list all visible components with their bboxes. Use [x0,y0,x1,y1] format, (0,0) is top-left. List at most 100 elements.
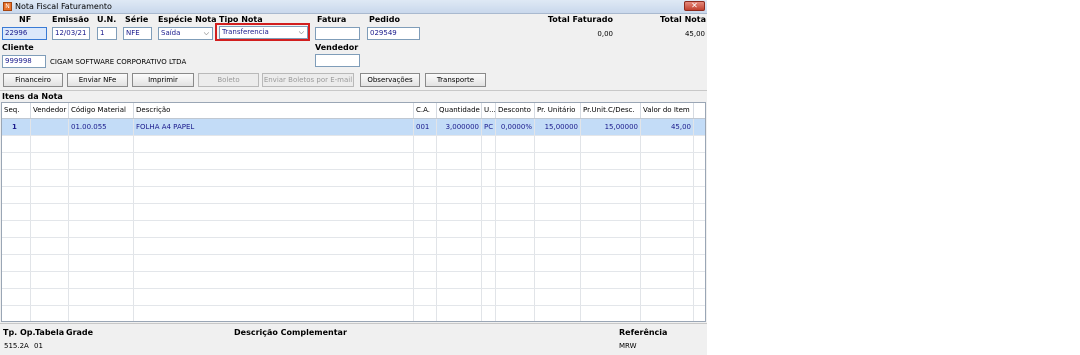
col-header-pr-unit-desc[interactable]: Pr.Unit.C/Desc. [581,103,641,118]
empty-cell [69,272,134,288]
empty-cell [437,272,482,288]
table-row-empty[interactable] [2,153,705,170]
empty-cell [496,170,535,186]
pedido-input[interactable]: 029549 [367,27,420,40]
empty-cell [414,153,437,169]
empty-cell [437,136,482,152]
table-row-empty[interactable] [2,272,705,289]
empty-cell [482,204,496,220]
table-row-empty[interactable] [2,238,705,255]
col-header-descricao[interactable]: Descrição [134,103,414,118]
emissao-input[interactable]: 12/03/21 [52,27,90,40]
table-row-empty[interactable] [2,187,705,204]
empty-cell [69,153,134,169]
pedido-label: Pedido [369,15,400,24]
table-row-empty[interactable] [2,306,705,321]
empty-cell [496,255,535,271]
col-header-vendedor[interactable]: Vendedor [31,103,69,118]
boleto-button[interactable]: Boleto [198,73,259,87]
empty-cell [482,238,496,254]
especie-select[interactable]: Saída ⌵ [158,27,213,40]
empty-cell [31,136,69,152]
empty-cell [581,136,641,152]
empty-cell [641,170,694,186]
empty-cell [134,204,414,220]
empty-cell [414,306,437,321]
empty-cell [2,306,31,321]
imprimir-button[interactable]: Imprimir [132,73,194,87]
empty-cell [437,238,482,254]
close-button[interactable]: ✕ [684,1,705,11]
empty-cell [134,153,414,169]
empty-cell [535,204,581,220]
empty-cell [535,136,581,152]
cliente-code-input[interactable]: 999998 [2,55,46,68]
table-row-empty[interactable] [2,255,705,272]
col-header-pr-unitario[interactable]: Pr. Unitário [535,103,581,118]
empty-cell [437,187,482,203]
empty-cell [31,153,69,169]
cell-desconto: 0,0000% [496,119,535,135]
empty-cell [535,289,581,305]
grade-label: Grade [66,328,94,337]
col-header-un[interactable]: U... [482,103,496,118]
empty-cell [496,272,535,288]
total-faturado-label: Total Faturado [547,15,613,24]
empty-cell [482,289,496,305]
total-faturado-value: 0,00 [597,30,613,38]
col-header-seq[interactable]: Seq. [2,103,31,118]
empty-cell [437,153,482,169]
table-row-empty[interactable] [2,289,705,306]
empty-cell [581,170,641,186]
table-row-empty[interactable] [2,221,705,238]
table-row[interactable]: 1 01.00.055 FOLHA A4 PAPEL 001 3,000000 … [2,119,705,136]
empty-cell [437,306,482,321]
un-label: U.N. [97,15,117,24]
col-header-codigo[interactable]: Código Material [69,103,134,118]
col-header-quantidade[interactable]: Quantidade [437,103,482,118]
empty-cell [496,289,535,305]
col-header-valor-item[interactable]: Valor do Item [641,103,694,118]
empty-cell [535,170,581,186]
empty-cell [134,238,414,254]
un-input[interactable]: 1 [97,27,117,40]
empty-cell [581,289,641,305]
empty-cell [535,255,581,271]
tabela-value: 01 [34,342,43,350]
empty-cell [482,136,496,152]
serie-input[interactable]: NFE [123,27,152,40]
enviar-boletos-button[interactable]: Enviar Boletos por E-mail [262,73,354,87]
financeiro-button[interactable]: Financeiro [3,73,63,87]
vendedor-input[interactable] [315,54,360,67]
col-header-desconto[interactable]: Desconto [496,103,535,118]
table-row-empty[interactable] [2,204,705,221]
empty-cell [581,238,641,254]
table-row-empty[interactable] [2,170,705,187]
empty-cell [581,221,641,237]
nf-input[interactable]: 22996 [2,27,47,40]
empty-cell [496,187,535,203]
items-grid[interactable]: Seq. Vendedor Código Material Descrição … [1,102,706,322]
empty-cell [641,204,694,220]
transporte-button[interactable]: Transporte [425,73,486,87]
observacoes-button[interactable]: Observações [360,73,420,87]
empty-cell [482,306,496,321]
chevron-down-icon: ⌵ [203,29,209,37]
empty-cell [581,187,641,203]
window-title: Nota Fiscal Faturamento [15,2,112,11]
footer-panel: Tp. Op. Tabela Grade Descrição Complemen… [0,323,707,355]
fatura-input[interactable] [315,27,360,40]
cliente-name: CIGAM SOFTWARE CORPORATIVO LTDA [50,58,187,66]
referencia-value: MRW [619,342,637,350]
empty-cell [482,153,496,169]
empty-cell [134,136,414,152]
table-row-empty[interactable] [2,136,705,153]
empty-cell [641,136,694,152]
col-header-ca[interactable]: C.A. [414,103,437,118]
empty-cell [535,187,581,203]
empty-cell [437,255,482,271]
enviar-nfe-button[interactable]: Enviar NFe [67,73,128,87]
empty-cell [31,187,69,203]
cliente-label: Cliente [2,43,34,52]
cell-un: PC [482,119,496,135]
